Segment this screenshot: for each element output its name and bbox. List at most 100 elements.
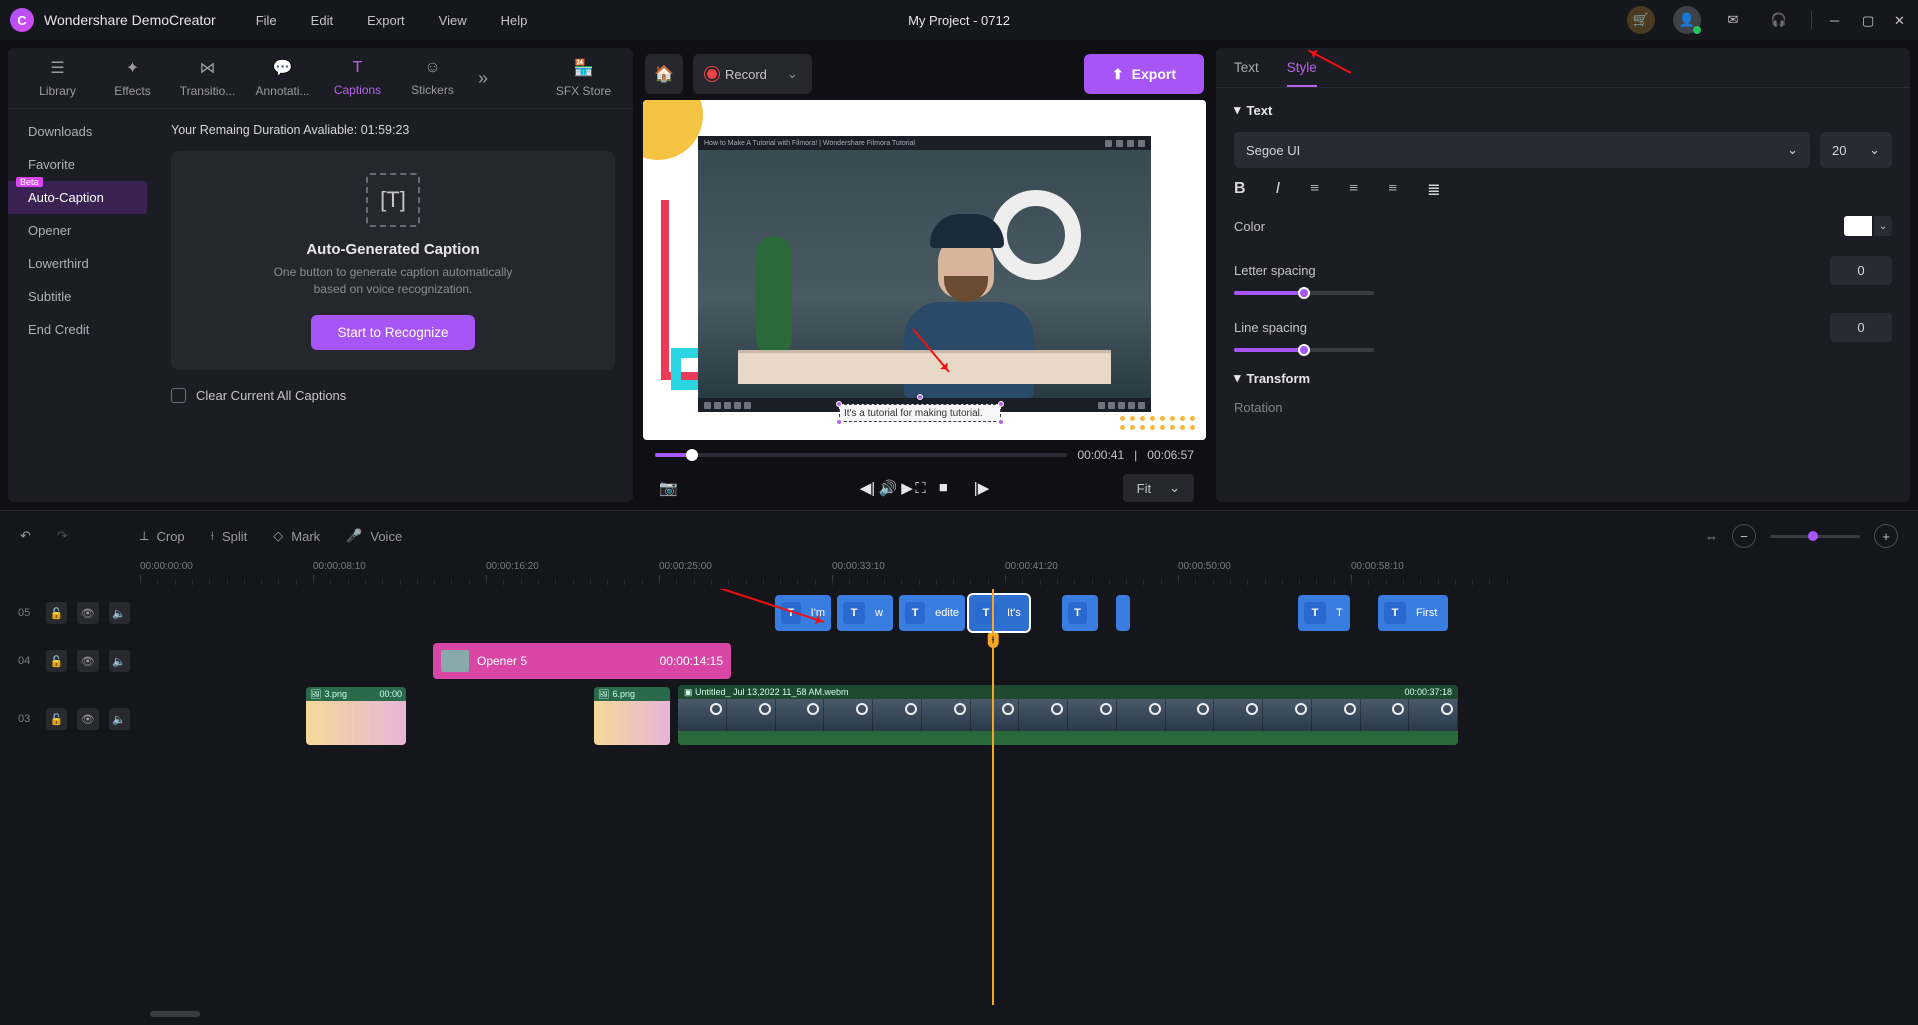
horizontal-scrollbar[interactable] <box>150 1011 1788 1019</box>
image-clip[interactable]: 🖼3.png00:00 <box>306 687 406 745</box>
start-recognize-button[interactable]: Start to Recognize <box>311 315 474 350</box>
cat-subtitle[interactable]: Subtitle <box>8 280 153 313</box>
font-size-select[interactable]: 20⌄ <box>1820 132 1892 168</box>
tab-transitions[interactable]: ⋈Transitio... <box>170 58 245 98</box>
bold-button[interactable]: B <box>1234 180 1246 200</box>
visibility-track-button[interactable]: 👁 <box>77 650 98 672</box>
zoom-out-button[interactable]: − <box>1732 524 1756 548</box>
mute-track-button[interactable]: 🔈 <box>109 708 130 730</box>
undo-button[interactable]: ↶ <box>20 528 31 544</box>
caption-clip[interactable]: Tedite <box>899 595 965 631</box>
cat-lowerthird[interactable]: Lowerthird <box>8 247 153 280</box>
opener-clip[interactable]: Opener 5 00:00:14:15 <box>433 643 731 679</box>
stop-button[interactable]: ■ <box>935 475 952 501</box>
image-clip[interactable]: 🖼6.png <box>594 687 670 745</box>
mail-icon[interactable]: ✉ <box>1719 6 1747 34</box>
scrollbar-thumb[interactable] <box>150 1011 200 1017</box>
close-icon[interactable]: ✕ <box>1894 13 1908 27</box>
selection-handle[interactable] <box>998 401 1004 407</box>
video-clip[interactable]: ▣ Untitled_ Jul 13,2022 11_58 AM.webm00:… <box>678 685 1458 745</box>
tab-style[interactable]: Style <box>1287 60 1317 87</box>
menu-file[interactable]: File <box>256 13 277 28</box>
letter-spacing-slider[interactable] <box>1234 291 1374 295</box>
support-icon[interactable]: 🎧 <box>1765 6 1793 34</box>
more-tabs-icon[interactable]: » <box>470 68 496 89</box>
zoom-in-button[interactable]: + <box>1874 524 1898 548</box>
fit-selector[interactable]: Fit⌄ <box>1123 474 1194 502</box>
caption-clip[interactable]: T <box>1062 595 1098 631</box>
lock-track-button[interactable]: 🔓 <box>46 650 67 672</box>
preview-viewport[interactable]: How to Make A Tutorial with Filmora! | W… <box>643 100 1206 440</box>
export-button[interactable]: ⬆Export <box>1084 54 1204 94</box>
align-left-button[interactable]: ≡ <box>1310 180 1319 200</box>
selection-handle[interactable] <box>998 419 1004 425</box>
mark-tool[interactable]: ◇Mark <box>273 528 320 544</box>
tab-sfx-store[interactable]: 🏪SFX Store <box>546 58 621 98</box>
tab-text[interactable]: Text <box>1234 60 1259 87</box>
tab-library[interactable]: ☰Library <box>20 58 95 98</box>
section-transform-toggle[interactable]: ▾Transform <box>1234 370 1892 386</box>
fit-width-button[interactable]: ⇔ <box>1705 529 1718 544</box>
visibility-track-button[interactable]: 👁 <box>77 602 98 624</box>
tab-stickers[interactable]: ☺Stickers <box>395 59 470 97</box>
mute-track-button[interactable]: 🔈 <box>109 650 130 672</box>
clear-captions-checkbox[interactable] <box>171 388 186 403</box>
selection-handle[interactable] <box>917 394 923 400</box>
minimize-icon[interactable]: ─ <box>1830 13 1844 27</box>
redo-button[interactable]: ↷ <box>57 528 68 544</box>
home-button[interactable]: 🏠 <box>645 54 683 94</box>
cat-downloads[interactable]: Downloads <box>8 115 153 148</box>
playhead[interactable]: ⟊ <box>992 589 994 1005</box>
line-spacing-input[interactable]: 0 <box>1830 313 1892 342</box>
scrub-track[interactable] <box>655 453 1067 457</box>
menu-view[interactable]: View <box>439 13 467 28</box>
menu-edit[interactable]: Edit <box>311 13 333 28</box>
lock-track-button[interactable]: 🔓 <box>46 708 67 730</box>
playhead-handle-icon[interactable]: ⟊ <box>988 633 999 648</box>
selection-handle[interactable] <box>836 401 842 407</box>
mute-track-button[interactable]: 🔈 <box>109 602 130 624</box>
caption-clip[interactable]: Tw <box>837 595 893 631</box>
maximize-icon[interactable]: ▢ <box>1862 13 1876 27</box>
prev-frame-button[interactable]: ◀| <box>856 475 879 501</box>
crop-tool[interactable]: ⟂Crop <box>140 528 185 544</box>
voice-tool[interactable]: 🎤Voice <box>346 528 402 544</box>
cat-opener[interactable]: Opener <box>8 214 153 247</box>
letter-spacing-input[interactable]: 0 <box>1830 256 1892 285</box>
zoom-slider[interactable] <box>1770 535 1860 538</box>
next-frame-button[interactable]: |▶ <box>970 475 993 501</box>
tab-annotations[interactable]: 💬Annotati... <box>245 58 320 98</box>
tab-captions[interactable]: TCaptions <box>320 59 395 97</box>
cat-end-credit[interactable]: End Credit <box>8 313 153 346</box>
deco-dots <box>1120 416 1196 430</box>
align-justify-button[interactable]: ≣ <box>1427 180 1440 200</box>
user-avatar-icon[interactable]: 👤 <box>1673 6 1701 34</box>
caption-clip[interactable]: TFirst <box>1378 595 1448 631</box>
clear-captions-row[interactable]: Clear Current All Captions <box>171 388 615 403</box>
split-tool[interactable]: ⟊Split <box>211 528 248 544</box>
line-spacing-slider[interactable] <box>1234 348 1374 352</box>
align-right-button[interactable]: ≡ <box>1388 180 1397 200</box>
lock-track-button[interactable]: 🔓 <box>46 602 67 624</box>
record-button[interactable]: Record ⌄ <box>693 54 812 94</box>
align-center-button[interactable]: ≡ <box>1349 180 1358 200</box>
section-text-toggle[interactable]: ▾Text <box>1234 102 1892 118</box>
tab-effects[interactable]: ✦Effects <box>95 58 170 98</box>
visibility-track-button[interactable]: 👁 <box>77 708 98 730</box>
caption-clip[interactable] <box>1116 595 1130 631</box>
font-select[interactable]: Segoe UI⌄ <box>1234 132 1810 168</box>
selection-handle[interactable] <box>836 419 842 425</box>
caption-textbox[interactable]: It's a tutorial for making tutorial. <box>839 404 1001 422</box>
menu-export[interactable]: Export <box>367 13 405 28</box>
timeline-ruler[interactable]: 00:00:00:00 00:00:08:10 00:00:16:20 00:0… <box>130 561 1918 589</box>
cart-icon[interactable]: 🛒 <box>1627 6 1655 34</box>
play-button[interactable]: ▶ <box>897 475 917 501</box>
italic-button[interactable]: I <box>1276 180 1280 200</box>
scrub-thumb[interactable] <box>686 449 698 461</box>
snapshot-button[interactable]: 📷 <box>655 475 682 501</box>
cat-auto-caption[interactable]: BetaAuto-Caption <box>8 181 147 214</box>
caption-clip[interactable]: TT <box>1298 595 1350 631</box>
caption-clip-selected[interactable]: TIt's <box>969 595 1029 631</box>
color-picker[interactable]: ⌄ <box>1844 216 1892 236</box>
menu-help[interactable]: Help <box>501 13 528 28</box>
